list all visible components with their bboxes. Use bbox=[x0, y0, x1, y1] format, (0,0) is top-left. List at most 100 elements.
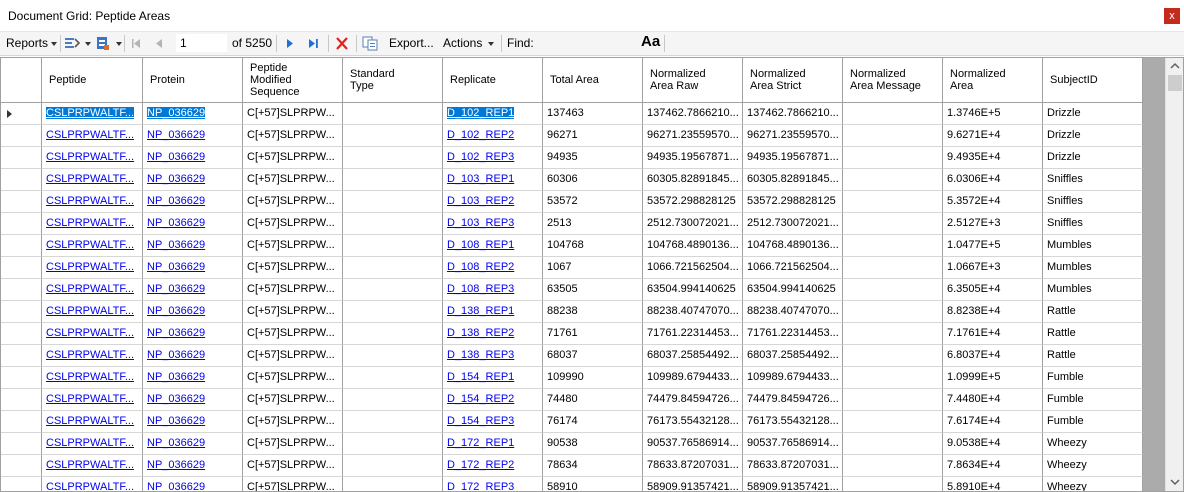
cell-link[interactable]: CSLPRPWALTF... bbox=[46, 393, 134, 405]
table-row[interactable]: CSLPRPWALTF... NP_036629 C[+57]SLPRPW... D_… bbox=[1, 455, 1143, 477]
cell-peptide[interactable]: CSLPRPWALTF... bbox=[42, 257, 143, 279]
scrollbar-thumb[interactable] bbox=[1168, 75, 1182, 91]
cell-normalized-area[interactable]: 7.1761E+4 bbox=[943, 323, 1043, 345]
cell-protein[interactable]: NP_036629 bbox=[143, 125, 243, 147]
cell-normalized-area-raw[interactable]: 2512.730072021... bbox=[643, 213, 743, 235]
row-header[interactable] bbox=[1, 103, 42, 125]
cell-normalized-area-raw[interactable]: 58909.91357421... bbox=[643, 477, 743, 491]
cell-normalized-area[interactable]: 9.6271E+4 bbox=[943, 125, 1043, 147]
find-input[interactable] bbox=[537, 34, 637, 52]
cell-normalized-area-raw[interactable]: 88238.40747070... bbox=[643, 301, 743, 323]
cell-standard-type[interactable] bbox=[343, 411, 443, 433]
cell-normalized-area-message[interactable] bbox=[843, 191, 943, 213]
cell-peptide[interactable]: CSLPRPWALTF... bbox=[42, 235, 143, 257]
cell-replicate[interactable]: D_154_REP2 bbox=[443, 389, 543, 411]
export-button[interactable]: Export... bbox=[389, 32, 434, 54]
cell-protein[interactable]: NP_036629 bbox=[143, 345, 243, 367]
cell-normalized-area-raw[interactable]: 90537.76586914... bbox=[643, 433, 743, 455]
cell-normalized-area-raw[interactable]: 68037.25854492... bbox=[643, 345, 743, 367]
cell-normalized-area-raw[interactable]: 63504.994140625 bbox=[643, 279, 743, 301]
cell-modified-sequence[interactable]: C[+57]SLPRPW... bbox=[243, 169, 343, 191]
cell-replicate[interactable]: D_154_REP3 bbox=[443, 411, 543, 433]
cell-peptide[interactable]: CSLPRPWALTF... bbox=[42, 125, 143, 147]
cell-link[interactable]: NP_036629 bbox=[147, 305, 205, 317]
column-header-normalized-area-message[interactable]: Normalized Area Message bbox=[843, 58, 943, 103]
previous-record-icon[interactable] bbox=[152, 36, 168, 51]
cell-total-area[interactable]: 74480 bbox=[543, 389, 643, 411]
cell-link[interactable]: NP_036629 bbox=[147, 327, 205, 339]
cell-peptide[interactable]: CSLPRPWALTF... bbox=[42, 213, 143, 235]
cell-subject-id[interactable]: Fumble bbox=[1043, 411, 1143, 433]
cell-subject-id[interactable]: Wheezy bbox=[1043, 477, 1143, 491]
cell-normalized-area-raw[interactable]: 137462.7866210... bbox=[643, 103, 743, 125]
cell-normalized-area-message[interactable] bbox=[843, 477, 943, 491]
cell-link[interactable]: CSLPRPWALTF... bbox=[46, 305, 134, 317]
row-header[interactable] bbox=[1, 125, 42, 147]
cell-normalized-area-strict[interactable]: 60305.82891845... bbox=[743, 169, 843, 191]
row-header[interactable] bbox=[1, 279, 42, 301]
cell-link[interactable]: D_108_REP1 bbox=[447, 239, 514, 251]
cell-link[interactable]: D_108_REP3 bbox=[447, 283, 514, 295]
row-header[interactable] bbox=[1, 323, 42, 345]
cell-standard-type[interactable] bbox=[343, 433, 443, 455]
cell-total-area[interactable]: 90538 bbox=[543, 433, 643, 455]
cell-standard-type[interactable] bbox=[343, 477, 443, 491]
cell-peptide[interactable]: CSLPRPWALTF... bbox=[42, 301, 143, 323]
cell-link[interactable]: D_102_REP1 bbox=[447, 107, 515, 119]
table-row[interactable]: CSLPRPWALTF... NP_036629 C[+57]SLPRPW... D_… bbox=[1, 147, 1143, 169]
cell-modified-sequence[interactable]: C[+57]SLPRPW... bbox=[243, 147, 343, 169]
cell-total-area[interactable]: 58910 bbox=[543, 477, 643, 491]
cell-link[interactable]: D_103_REP1 bbox=[447, 173, 514, 185]
cell-link[interactable]: NP_036629 bbox=[147, 371, 205, 383]
cell-total-area[interactable]: 2513 bbox=[543, 213, 643, 235]
table-row[interactable]: CSLPRPWALTF... NP_036629 C[+57]SLPRPW... D_… bbox=[1, 301, 1143, 323]
cell-normalized-area-message[interactable] bbox=[843, 103, 943, 125]
cell-normalized-area-strict[interactable]: 94935.19567871... bbox=[743, 147, 843, 169]
cell-link[interactable]: D_102_REP2 bbox=[447, 129, 514, 141]
table-row[interactable]: CSLPRPWALTF... NP_036629 C[+57]SLPRPW... D_… bbox=[1, 279, 1143, 301]
cell-modified-sequence[interactable]: C[+57]SLPRPW... bbox=[243, 279, 343, 301]
cell-link[interactable]: D_103_REP3 bbox=[447, 217, 514, 229]
cell-subject-id[interactable]: Rattle bbox=[1043, 323, 1143, 345]
cell-modified-sequence[interactable]: C[+57]SLPRPW... bbox=[243, 301, 343, 323]
table-row[interactable]: CSLPRPWALTF... NP_036629 C[+57]SLPRPW... D_… bbox=[1, 411, 1143, 433]
cell-modified-sequence[interactable]: C[+57]SLPRPW... bbox=[243, 103, 343, 125]
cell-modified-sequence[interactable]: C[+57]SLPRPW... bbox=[243, 367, 343, 389]
cell-peptide[interactable]: CSLPRPWALTF... bbox=[42, 433, 143, 455]
cell-normalized-area-message[interactable] bbox=[843, 433, 943, 455]
cell-modified-sequence[interactable]: C[+57]SLPRPW... bbox=[243, 125, 343, 147]
cell-link[interactable]: CSLPRPWALTF... bbox=[46, 327, 134, 339]
cell-total-area[interactable]: 71761 bbox=[543, 323, 643, 345]
cell-link[interactable]: CSLPRPWALTF... bbox=[46, 173, 134, 185]
cell-protein[interactable]: NP_036629 bbox=[143, 235, 243, 257]
copy-icon[interactable] bbox=[362, 36, 378, 51]
table-row[interactable]: CSLPRPWALTF... NP_036629 C[+57]SLPRPW... D_… bbox=[1, 433, 1143, 455]
cell-normalized-area[interactable]: 8.8238E+4 bbox=[943, 301, 1043, 323]
cell-normalized-area-message[interactable] bbox=[843, 301, 943, 323]
table-row[interactable]: CSLPRPWALTF... NP_036629 C[+57]SLPRPW... D_… bbox=[1, 191, 1143, 213]
cell-normalized-area-strict[interactable]: 58909.91357421... bbox=[743, 477, 843, 491]
cell-link[interactable]: D_172_REP3 bbox=[447, 481, 514, 491]
font-size-icon[interactable]: Aa bbox=[641, 31, 660, 53]
cell-link[interactable]: D_138_REP3 bbox=[447, 349, 514, 361]
cell-total-area[interactable]: 96271 bbox=[543, 125, 643, 147]
cell-normalized-area-message[interactable] bbox=[843, 147, 943, 169]
cell-peptide[interactable]: CSLPRPWALTF... bbox=[42, 169, 143, 191]
cell-link[interactable]: D_154_REP2 bbox=[447, 393, 514, 405]
cell-normalized-area-strict[interactable]: 109989.6794433... bbox=[743, 367, 843, 389]
cell-subject-id[interactable]: Sniffles bbox=[1043, 191, 1143, 213]
column-header-normalized-area-strict[interactable]: Normalized Area Strict bbox=[743, 58, 843, 103]
cell-replicate[interactable]: D_108_REP2 bbox=[443, 257, 543, 279]
columns-dropdown-icon[interactable] bbox=[85, 42, 91, 46]
column-header-protein[interactable]: Protein bbox=[143, 58, 243, 103]
cell-normalized-area-message[interactable] bbox=[843, 279, 943, 301]
cell-normalized-area-strict[interactable]: 137462.7866210... bbox=[743, 103, 843, 125]
table-row[interactable]: CSLPRPWALTF... NP_036629 C[+57]SLPRPW... D_… bbox=[1, 323, 1143, 345]
cell-subject-id[interactable]: Drizzle bbox=[1043, 147, 1143, 169]
cell-peptide[interactable]: CSLPRPWALTF... bbox=[42, 103, 143, 125]
cell-normalized-area-strict[interactable]: 1066.721562504... bbox=[743, 257, 843, 279]
vertical-scrollbar[interactable] bbox=[1165, 58, 1183, 491]
cell-total-area[interactable]: 109990 bbox=[543, 367, 643, 389]
cell-normalized-area-message[interactable] bbox=[843, 367, 943, 389]
cell-link[interactable]: D_102_REP3 bbox=[447, 151, 514, 163]
